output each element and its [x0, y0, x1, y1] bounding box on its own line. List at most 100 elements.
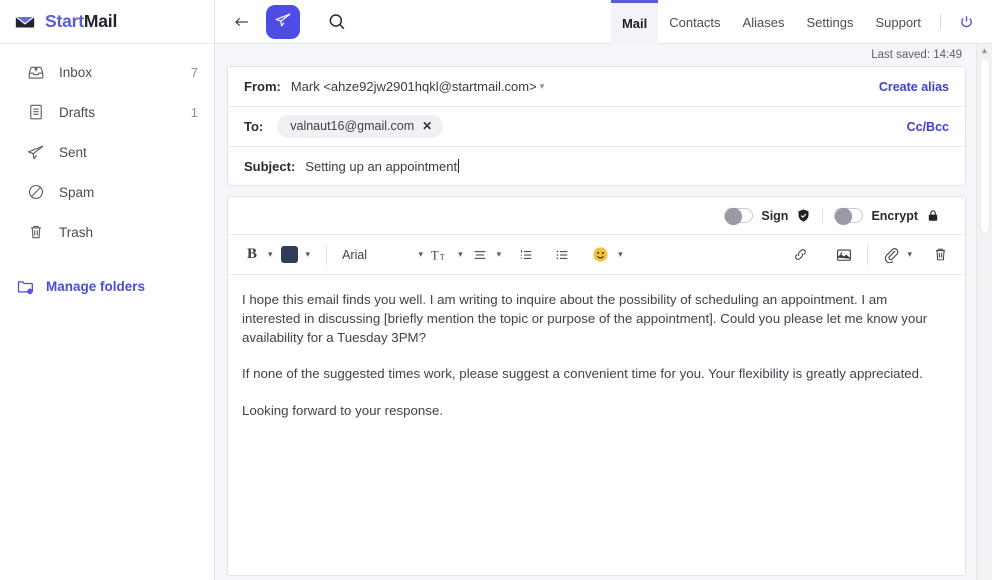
bold-icon[interactable]: B [241, 242, 263, 268]
from-label: From: [244, 79, 281, 94]
chevron-down-icon[interactable]: ▾ [453, 249, 468, 260]
folder-gear-icon [16, 277, 35, 296]
text-color-swatch-icon[interactable] [278, 242, 301, 268]
body-paragraph: I hope this email finds you well. I am w… [242, 292, 928, 345]
close-icon[interactable]: ✕ [422, 119, 432, 133]
link-icon[interactable] [789, 242, 812, 268]
sidebar-item-label: Sent [59, 144, 87, 160]
send-button[interactable] [266, 4, 300, 39]
sidebar-item-count: 7 [190, 64, 198, 80]
toolbar-left-group: B ▾ ▾ Arial ▾ T T ▾ ▾ ▾ [241, 242, 628, 268]
bullet-list-icon[interactable] [550, 242, 574, 268]
startmail-app: StartMail Inbox 7 Drafts 1 Sent Spam Tra… [0, 0, 992, 580]
cc-bcc-link[interactable]: Cc/Bcc [907, 120, 949, 134]
paper-plane-icon [274, 11, 292, 32]
trash-icon [26, 223, 45, 242]
tab-settings[interactable]: Settings [795, 0, 864, 44]
tab-label: Support [875, 14, 921, 30]
triangle-up-icon[interactable]: ▲ [981, 46, 989, 55]
encrypt-group: Encrypt [822, 208, 951, 225]
from-address: Mark <ahze92jw2901hqkl@startmail.com> [290, 79, 537, 94]
tab-label: Aliases [742, 14, 785, 30]
font-family-select[interactable]: Arial ▾ [338, 248, 428, 262]
sidebar-item-trash[interactable]: Trash [0, 212, 214, 252]
encrypt-toggle[interactable] [834, 208, 864, 225]
sign-group: Sign [713, 208, 822, 225]
sidebar-item-label: Inbox [59, 64, 93, 80]
chevron-down-icon[interactable]: ▾ [263, 249, 278, 260]
sign-label: Sign [761, 208, 789, 223]
svg-text:T: T [440, 252, 445, 261]
shield-check-icon [796, 208, 811, 223]
sidebar: StartMail Inbox 7 Drafts 1 Sent Spam Tra… [0, 0, 215, 580]
toolbar-divider [326, 244, 328, 265]
composer-card: Sign Encrypt B ▾ ▾ Arial ▾ T T ▾ ▾ ▾ ▾ I… [227, 196, 966, 576]
ordered-list-icon[interactable] [514, 242, 538, 268]
no-entry-icon [26, 183, 45, 202]
chevron-down-icon[interactable]: ▾ [414, 249, 429, 260]
align-left-icon[interactable] [468, 242, 492, 268]
tab-label: Mail [621, 16, 648, 31]
create-alias-link[interactable]: Create alias [879, 80, 949, 94]
security-bar: Sign Encrypt [228, 197, 965, 235]
subject-row: Subject: Setting up an appointment [228, 147, 965, 185]
subject-input[interactable]: Setting up an appointment [305, 158, 460, 174]
recipient-email: valnaut16@gmail.com [290, 119, 415, 133]
search-icon[interactable] [322, 7, 352, 37]
power-icon[interactable] [949, 0, 984, 44]
main-region: Mail Contacts Aliases Settings Support L… [215, 0, 992, 580]
toolbar-right-group: ▾ [789, 242, 952, 268]
folder-list: Inbox 7 Drafts 1 Sent Spam Trash Manage … [0, 44, 214, 306]
from-row: From: Mark <ahze92jw2901hqkl@startmail.c… [228, 67, 965, 107]
smiley-icon[interactable] [588, 242, 613, 268]
image-icon[interactable] [832, 242, 856, 268]
sidebar-item-sent[interactable]: Sent [0, 132, 214, 172]
brand-header: StartMail [0, 0, 214, 44]
paper-plane-icon [26, 143, 45, 162]
subject-value: Setting up an appointment [305, 158, 458, 174]
brand-title-start: Start [45, 11, 84, 31]
tab-contacts[interactable]: Contacts [658, 0, 731, 44]
sign-toggle[interactable] [724, 208, 754, 225]
font-size-icon[interactable]: T T [428, 242, 453, 268]
chevron-down-icon[interactable]: ▾ [902, 249, 917, 260]
chevron-down-icon[interactable]: ▾ [301, 249, 316, 260]
sidebar-item-label: Drafts [59, 104, 96, 120]
main-nav: Mail Contacts Aliases Settings Support [610, 0, 984, 44]
chevron-down-icon[interactable]: ▾ [492, 249, 507, 260]
sidebar-item-label: Spam [59, 184, 95, 200]
chevron-down-icon[interactable]: ▾ [613, 249, 628, 260]
to-row: To: valnaut16@gmail.com ✕ Cc/Bcc [228, 107, 965, 147]
compose-scroll-area: Last saved: 14:49 From: Mark <ahze92jw29… [215, 44, 992, 580]
encrypt-label: Encrypt [871, 208, 918, 223]
recipient-chip[interactable]: valnaut16@gmail.com ✕ [277, 115, 444, 138]
to-label: To: [244, 119, 264, 134]
svg-text:T: T [431, 248, 439, 262]
sidebar-item-inbox[interactable]: Inbox 7 [0, 52, 214, 92]
manage-folders-label: Manage folders [46, 278, 146, 294]
paperclip-icon[interactable] [879, 242, 902, 268]
last-saved-status: Last saved: 14:49 [227, 44, 966, 66]
sidebar-item-label: Trash [59, 224, 94, 240]
tab-support[interactable]: Support [864, 0, 932, 44]
scrollbar-thumb[interactable] [980, 58, 990, 233]
brand-title-mail: Mail [83, 11, 118, 31]
tab-label: Settings [806, 14, 854, 30]
text-caret [458, 159, 460, 173]
top-toolbar: Mail Contacts Aliases Settings Support [215, 0, 992, 44]
from-value[interactable]: Mark <ahze92jw2901hqkl@startmail.com> ▾ [291, 79, 544, 94]
inbox-tray-icon [26, 63, 45, 82]
body-paragraph: Looking forward to your response. [242, 403, 444, 419]
tab-aliases[interactable]: Aliases [732, 0, 796, 44]
tab-mail[interactable]: Mail [610, 0, 659, 44]
manage-folders-link[interactable]: Manage folders [0, 266, 214, 306]
format-toolbar: B ▾ ▾ Arial ▾ T T ▾ ▾ ▾ ▾ [228, 235, 965, 275]
trash-icon[interactable] [929, 242, 952, 268]
vertical-scrollbar[interactable]: ▲ [976, 44, 992, 580]
sidebar-item-spam[interactable]: Spam [0, 172, 214, 212]
email-body[interactable]: I hope this email finds you well. I am w… [228, 275, 965, 575]
nav-divider [940, 14, 941, 30]
back-arrow-icon[interactable] [229, 10, 253, 34]
chevron-down-icon[interactable]: ▾ [540, 81, 545, 92]
sidebar-item-drafts[interactable]: Drafts 1 [0, 92, 214, 132]
